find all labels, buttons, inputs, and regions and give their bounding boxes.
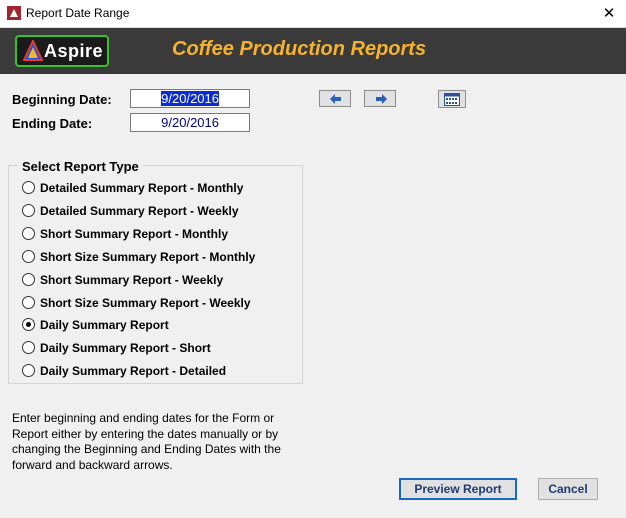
window-title: Report Date Range bbox=[26, 6, 130, 20]
cancel-button[interactable]: Cancel bbox=[538, 478, 598, 500]
radio-label: Short Summary Report - Weekly bbox=[40, 272, 224, 287]
radio-label: Daily Summary Report - Short bbox=[40, 341, 211, 356]
forward-button[interactable] bbox=[364, 90, 396, 107]
back-button[interactable] bbox=[319, 90, 351, 107]
aspire-logo: Aspire bbox=[15, 35, 109, 67]
radio-button[interactable] bbox=[22, 226, 35, 240]
radio-button[interactable] bbox=[22, 181, 35, 194]
arrow-left-icon bbox=[330, 94, 341, 104]
radio-button[interactable] bbox=[22, 272, 35, 286]
logo-triangle-icon bbox=[23, 40, 43, 61]
beginning-date-value: 9/20/2016 bbox=[161, 91, 219, 106]
ending-date-label: Ending Date: bbox=[12, 116, 93, 131]
radio-button[interactable] bbox=[22, 295, 35, 309]
radio-label: Short Summary Report - Monthly bbox=[40, 226, 229, 241]
instructions-text: Enter beginning and ending dates for the… bbox=[12, 411, 281, 472]
radio-label: Short Size Summary Report - Monthly bbox=[40, 249, 256, 264]
radio-label: Daily Summary Report bbox=[40, 318, 169, 333]
title-bar: Report Date Range ✕ bbox=[0, 0, 626, 28]
beginning-date-label: Beginning Date: bbox=[12, 92, 112, 107]
report-type-group-title: Select Report Type bbox=[18, 159, 143, 174]
radio-button[interactable] bbox=[22, 203, 35, 217]
ending-date-value: 9/20/2016 bbox=[161, 115, 219, 130]
radio-label: Short Size Summary Report - Weekly bbox=[40, 295, 251, 310]
radio-button[interactable] bbox=[22, 249, 35, 263]
logo-text: Aspire bbox=[44, 41, 104, 61]
radio-label: Detailed Summary Report - Monthly bbox=[40, 181, 244, 195]
radio-label: Daily Summary Report - Detailed bbox=[40, 364, 227, 379]
app-icon bbox=[7, 6, 21, 20]
close-icon[interactable]: ✕ bbox=[592, 0, 626, 27]
ending-date-input[interactable]: 9/20/2016 bbox=[130, 113, 250, 132]
arrow-right-icon bbox=[376, 94, 387, 104]
beginning-date-input[interactable]: 9/20/2016 bbox=[130, 89, 250, 108]
preview-report-button[interactable]: Preview Report bbox=[399, 478, 517, 500]
radio-label: Detailed Summary Report - Weekly bbox=[40, 203, 239, 218]
banner-title: Coffee Production Reports bbox=[172, 38, 427, 60]
calendar-button[interactable] bbox=[438, 90, 466, 108]
calendar-icon bbox=[444, 93, 460, 106]
